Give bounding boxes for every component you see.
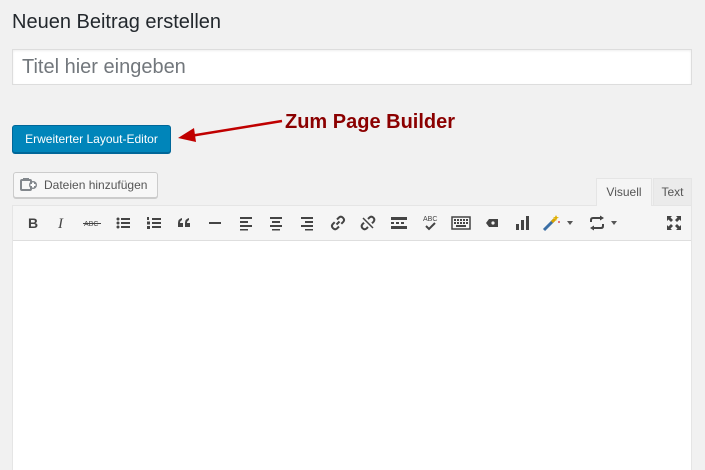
layout-editor-button[interactable]: Erweiterter Layout-Editor [12, 125, 171, 153]
annotation-label: Zum Page Builder [285, 111, 456, 133]
align-left-button[interactable] [233, 210, 259, 236]
add-media-icon [20, 178, 37, 191]
fullscreen-icon [667, 216, 681, 230]
horizontal-line-button[interactable] [202, 210, 228, 236]
spellcheck-icon: ABC [423, 216, 437, 231]
svg-text:ABC: ABC [84, 221, 98, 228]
tab-visual[interactable]: Visuell [596, 178, 652, 206]
add-media-label: Dateien hinzufügen [44, 178, 148, 192]
magic-wand-button[interactable] [539, 210, 579, 236]
chart-button[interactable] [509, 210, 535, 236]
post-editor-screen: Neuen Beitrag erstellen Erweiterter Layo… [0, 0, 705, 470]
shortcode-icon [486, 219, 498, 227]
numbered-list-button[interactable] [141, 210, 167, 236]
unlink-button[interactable] [355, 210, 381, 236]
toolbar-toggle-icon [451, 216, 471, 230]
editor-toolbar: B I ABC ABC [13, 206, 691, 241]
align-right-icon [301, 217, 313, 231]
spellcheck-button[interactable]: ABC [417, 210, 443, 236]
align-right-button[interactable] [294, 210, 320, 236]
tab-text[interactable]: Text [653, 178, 692, 205]
italic-button[interactable]: I [49, 210, 75, 236]
read-more-icon [391, 217, 407, 229]
align-center-button[interactable] [263, 210, 289, 236]
loop-button[interactable] [586, 210, 624, 236]
italic-icon: I [57, 216, 64, 231]
link-button[interactable] [325, 210, 351, 236]
page-title: Neuen Beitrag erstellen [12, 11, 222, 33]
content-editor-area[interactable] [13, 241, 691, 470]
blockquote-button[interactable] [171, 210, 197, 236]
add-media-button[interactable]: Dateien hinzufügen [13, 172, 158, 198]
loop-icon [590, 215, 617, 231]
svg-text:I: I [57, 216, 64, 231]
editor-container: B I ABC ABC [12, 205, 692, 470]
svg-text:ABC: ABC [423, 216, 437, 223]
magic-wand-icon [542, 215, 573, 232]
bold-icon: B [28, 215, 38, 231]
blockquote-icon [178, 218, 190, 227]
link-icon [330, 215, 346, 231]
fullscreen-button[interactable] [661, 210, 687, 236]
chart-icon [516, 216, 529, 230]
read-more-button[interactable] [386, 210, 412, 236]
post-title-input[interactable] [12, 49, 692, 85]
bullet-list-button[interactable] [110, 210, 136, 236]
annotation-arrow-icon [178, 119, 283, 142]
shortcode-button[interactable] [479, 210, 505, 236]
bullet-list-icon [116, 217, 130, 229]
svg-text:B: B [28, 215, 38, 231]
unlink-icon [360, 215, 376, 231]
strikethrough-button[interactable]: ABC [79, 210, 105, 236]
strikethrough-icon: ABC [83, 221, 101, 228]
align-left-icon [240, 217, 252, 231]
horizontal-line-icon [209, 222, 221, 224]
numbered-list-icon [147, 217, 161, 229]
align-center-icon [270, 217, 282, 231]
toolbar-toggle-button[interactable] [448, 210, 474, 236]
bold-button[interactable]: B [20, 210, 46, 236]
